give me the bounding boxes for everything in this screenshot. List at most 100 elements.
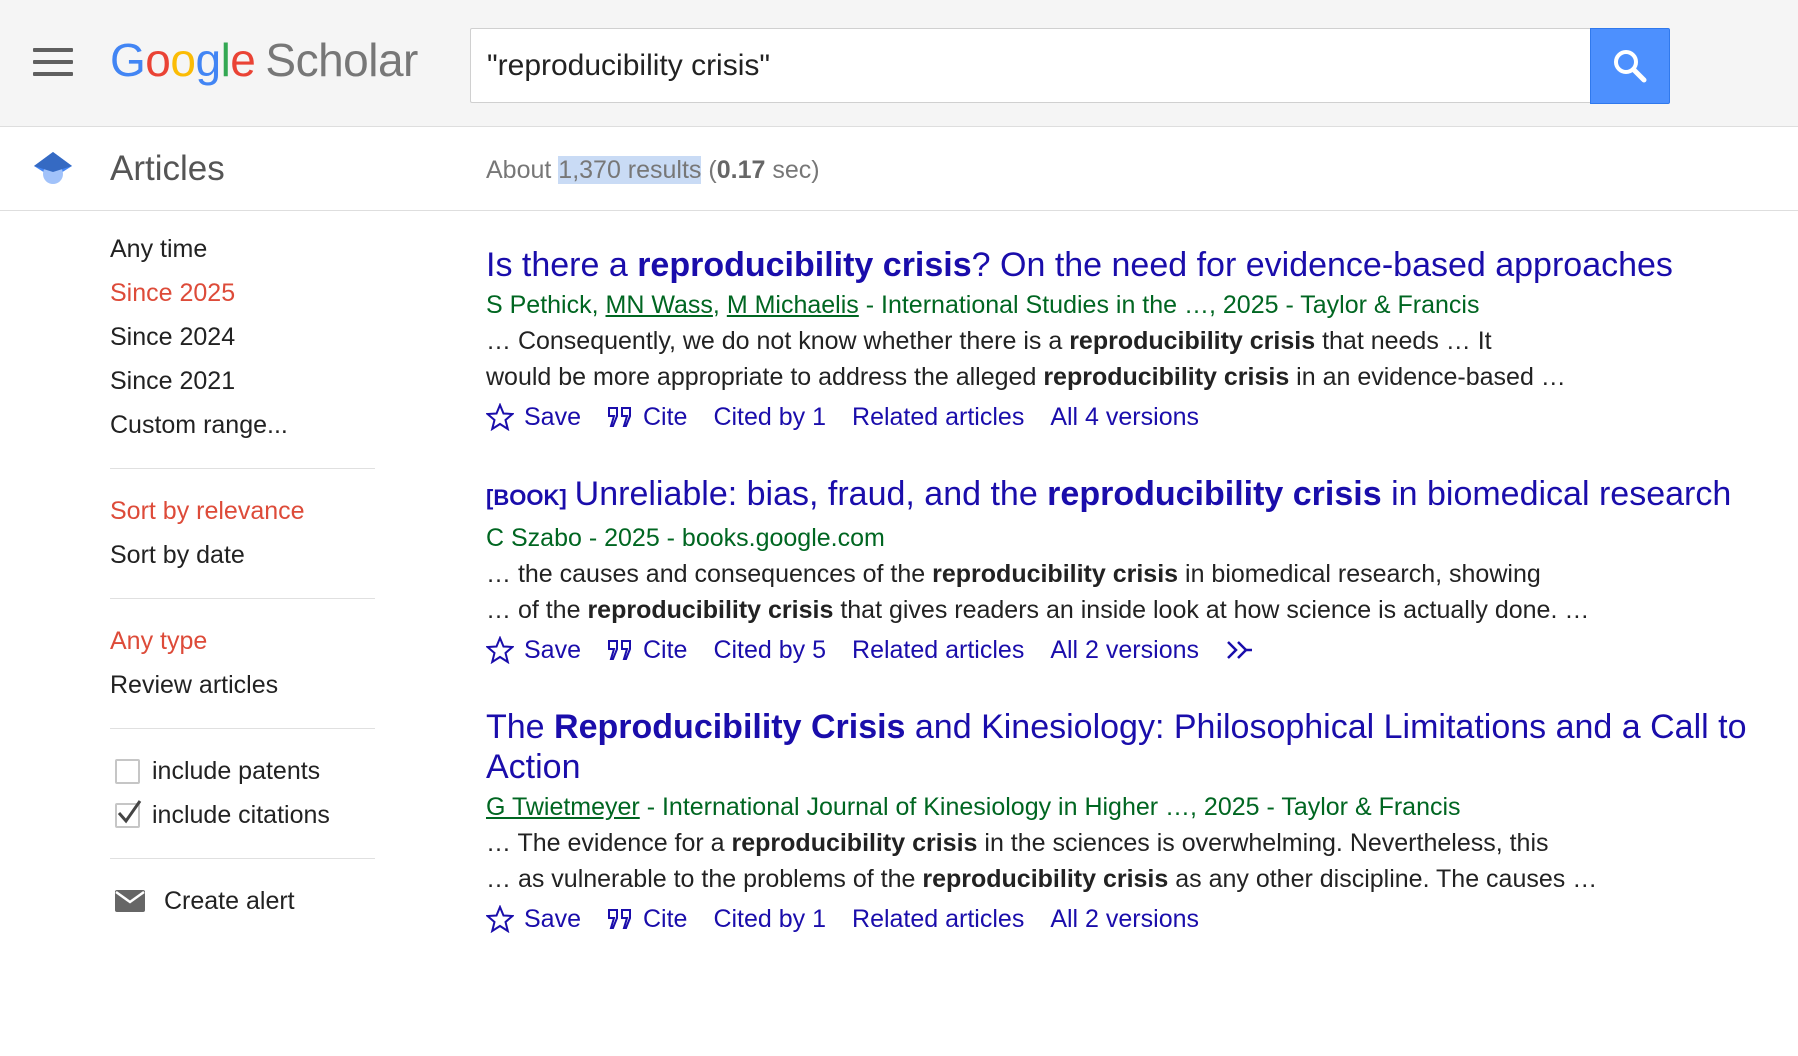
result-actions: Save Cite Cited by 5 Related articles Al…: [486, 630, 1786, 670]
result-snippet: … Consequently, we do not know whether t…: [486, 323, 1786, 395]
search-box: [470, 28, 1590, 103]
hamburger-menu-icon[interactable]: [33, 48, 73, 76]
snippet-text: … The evidence for a: [486, 829, 732, 857]
result-title-link[interactable]: The Reproducibility Crisis and Kinesiolo…: [486, 707, 1786, 787]
sort-by-relevance[interactable]: Sort by relevance: [110, 489, 375, 533]
snippet-text: that gives readers an inside look at how…: [833, 596, 1590, 624]
logo-letter: e: [230, 34, 256, 86]
result-title-link[interactable]: Is there a reproducibility crisis? On th…: [486, 245, 1786, 285]
search-button[interactable]: [1590, 28, 1670, 104]
filter-sidebar: Any time Since 2025 Since 2024 Since 202…: [110, 211, 375, 923]
save-label: Save: [524, 402, 581, 431]
google-scholar-logo[interactable]: Google Scholar: [110, 32, 418, 88]
all-versions-link[interactable]: All 4 versions: [1050, 403, 1199, 432]
magnifier-icon: [1614, 50, 1647, 83]
logo-letter: o: [170, 34, 196, 86]
author-link[interactable]: M Michaelis: [727, 291, 859, 319]
menu-bar: [33, 60, 73, 64]
include-patents-label: include patents: [152, 756, 321, 785]
result-title-link[interactable]: [BOOK] Unreliable: bias, fraud, and the r…: [486, 474, 1786, 518]
cite-button[interactable]: Cite: [607, 636, 687, 665]
cite-label: Cite: [642, 904, 688, 933]
save-button[interactable]: Save: [486, 403, 581, 432]
result-meta: G Twietmeyer - International Journal of …: [486, 790, 1786, 824]
star-outline-icon: [486, 636, 514, 664]
filter-since-2024[interactable]: Since 2024: [110, 315, 375, 359]
result-item: [BOOK] Unreliable: bias, fraud, and the r…: [486, 474, 1786, 670]
result-item: Is there a reproducibility crisis? On th…: [486, 245, 1786, 437]
result-meta: C Szabo - 2025 - books.google.com: [486, 521, 1786, 555]
all-versions-link[interactable]: All 2 versions: [1050, 905, 1199, 934]
envelope-icon: [115, 890, 145, 912]
cite-label: Cite: [642, 635, 688, 664]
result-actions: Save Cite Cited by 1 Related articles Al…: [486, 397, 1786, 437]
meta-text: C Szabo - 2025 - books.google.com: [486, 524, 885, 552]
sort-by-date[interactable]: Sort by date: [110, 533, 375, 577]
results-list: Is there a reproducibility crisis? On th…: [486, 245, 1786, 976]
divider: [110, 858, 375, 859]
quote-icon: [607, 640, 631, 660]
related-articles-link[interactable]: Related articles: [852, 636, 1024, 665]
meta-text: - International Journal of Kinesiology i…: [639, 793, 1461, 821]
more-options-button[interactable]: [1225, 638, 1265, 662]
results-stats: About 1,370 results (0.17 sec): [486, 154, 820, 186]
logo-letter: g: [195, 34, 221, 86]
snippet-text: in an evidence-based …: [1289, 363, 1566, 391]
search-input[interactable]: [471, 29, 1590, 102]
type-any[interactable]: Any type: [110, 619, 375, 663]
cited-by-link[interactable]: Cited by 1: [713, 403, 826, 432]
author-link[interactable]: G Twietmeyer: [486, 793, 640, 821]
result-item: The Reproducibility Crisis and Kinesiolo…: [486, 707, 1786, 939]
result-snippet: … The evidence for a reproducibility cri…: [486, 825, 1786, 897]
author-link[interactable]: MN Wass: [606, 291, 713, 319]
snippet-text: in the sciences is overwhelming. Neverth…: [977, 829, 1549, 857]
snippet-line: … the causes and consequences of the rep…: [486, 556, 1786, 592]
title-keyword: reproducibility crisis: [1047, 475, 1382, 513]
include-citations-option[interactable]: include citations: [110, 793, 375, 837]
title-text: Is there a: [486, 246, 638, 284]
filter-since-2021[interactable]: Since 2021: [110, 359, 375, 403]
result-meta: S Pethick, MN Wass, M Michaelis - Intern…: [486, 288, 1786, 322]
snippet-text: … as vulnerable to the problems of the: [486, 865, 923, 893]
create-alert-link[interactable]: Create alert: [110, 879, 375, 923]
time-prefix: (: [708, 156, 717, 184]
results-subheader: Articles About 1,370 results (0.17 sec): [0, 127, 1798, 211]
include-patents-checkbox[interactable]: [115, 758, 140, 784]
snippet-keyword: reproducibility crisis: [731, 829, 978, 857]
results-count-highlight: 1,370 results: [558, 156, 702, 184]
snippet-line: … The evidence for a reproducibility cri…: [486, 825, 1786, 861]
divider: [110, 598, 375, 599]
include-citations-label: include citations: [152, 800, 330, 829]
snippet-text: … Consequently, we do not know whether t…: [486, 327, 1070, 355]
filter-any-time[interactable]: Any time: [110, 227, 375, 271]
top-header: Google Scholar: [0, 0, 1798, 127]
snippet-text: as any other discipline. The causes …: [1168, 865, 1598, 893]
cite-button[interactable]: Cite: [607, 905, 687, 934]
include-patents-option[interactable]: include patents: [110, 749, 375, 793]
filter-since-2025[interactable]: Since 2025: [110, 271, 375, 315]
all-versions-link[interactable]: All 2 versions: [1050, 636, 1199, 665]
meta-text: S Pethick,: [486, 291, 606, 319]
related-articles-link[interactable]: Related articles: [852, 403, 1024, 432]
type-review-articles[interactable]: Review articles: [110, 663, 375, 707]
snippet-text: … of the: [486, 596, 588, 624]
snippet-text: would be more appropriate to address the…: [486, 363, 1044, 391]
cited-by-link[interactable]: Cited by 1: [713, 905, 826, 934]
double-chevron-icon: [1227, 641, 1252, 659]
result-actions: Save Cite Cited by 1 Related articles Al…: [486, 899, 1786, 939]
cited-by-link[interactable]: Cited by 5: [713, 636, 826, 665]
snippet-line: … Consequently, we do not know whether t…: [486, 323, 1786, 359]
snippet-text: that needs … It: [1315, 327, 1492, 355]
snippet-keyword: reproducibility crisis: [1069, 327, 1316, 355]
related-articles-link[interactable]: Related articles: [852, 905, 1024, 934]
meta-text: ,: [712, 291, 727, 319]
title-text: in biomedical research: [1381, 475, 1732, 513]
snippet-text: … the causes and consequences of the: [486, 560, 933, 588]
checkmark-icon: [117, 799, 142, 823]
snippet-line: … as vulnerable to the problems of the r…: [486, 861, 1786, 897]
cite-button[interactable]: Cite: [607, 403, 687, 432]
save-button[interactable]: Save: [486, 636, 581, 665]
save-button[interactable]: Save: [486, 905, 581, 934]
filter-custom-range[interactable]: Custom range...: [110, 403, 375, 447]
include-citations-checkbox[interactable]: [115, 799, 142, 828]
